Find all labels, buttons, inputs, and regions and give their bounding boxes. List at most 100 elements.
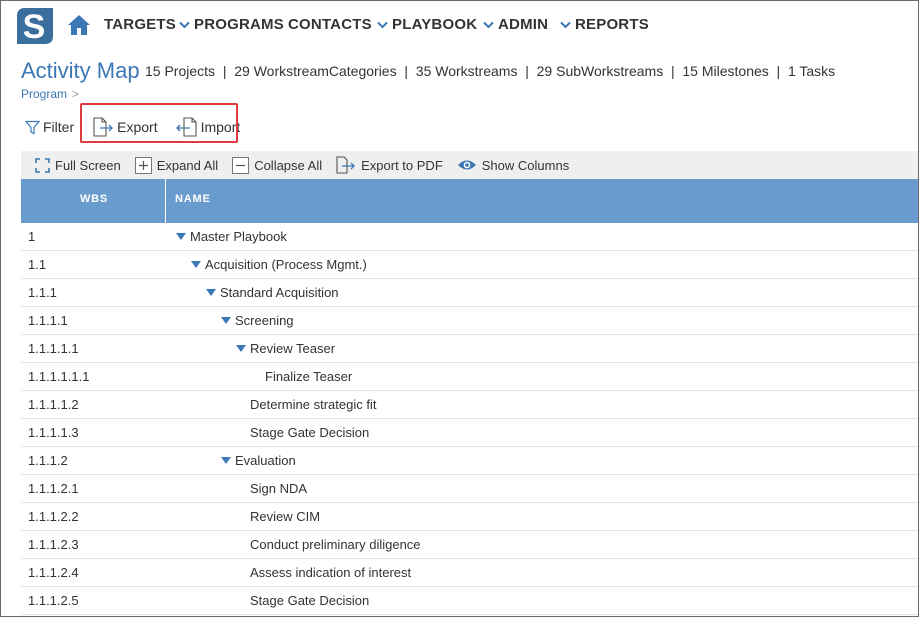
row-name-label: Assess indication of interest (250, 565, 412, 580)
caret-down-icon[interactable] (221, 457, 231, 464)
name-cell: Conduct preliminary diligence (166, 537, 421, 552)
table-row[interactable]: 1 Master Playbook (21, 223, 918, 251)
breadcrumb: Program > (21, 87, 79, 101)
nav-item-admin[interactable]: ADMIN (483, 16, 548, 33)
nav-item-label: CONTACTS (288, 16, 372, 33)
table-row[interactable]: 1.1.1 Standard Acquisition (21, 279, 918, 307)
nav-item-label: PLAYBOOK (392, 16, 478, 33)
nav-item-contacts[interactable]: CONTACTS (288, 16, 372, 33)
name-cell: Review Teaser (166, 341, 335, 356)
wbs-cell: 1.1 (28, 257, 47, 272)
collapse-all-button[interactable]: Collapse All (232, 156, 323, 174)
name-cell: Stage Gate Decision (166, 425, 369, 440)
nav-item-targets[interactable]: TARGETS (104, 16, 176, 33)
filter-button[interactable]: Filter (25, 119, 74, 135)
plus-box-icon (134, 156, 152, 174)
chevron-down-icon (560, 21, 571, 28)
table-row[interactable]: 1.1.1.2.5 Stage Gate Decision (21, 587, 918, 615)
show-columns-button[interactable]: Show Columns (457, 158, 569, 173)
name-cell: Sign NDA (166, 481, 307, 496)
name-cell: Assess indication of interest (166, 565, 411, 580)
wbs-cell: 1.1.1.2.1 (28, 481, 79, 496)
chevron-down-icon (483, 21, 494, 28)
nav-item-label: PROGRAMS (194, 16, 284, 33)
nav-item-programs[interactable]: PROGRAMS (179, 16, 284, 33)
table-row[interactable]: 1.1.1.1.3 Stage Gate Decision (21, 419, 918, 447)
expand-all-label: Expand All (156, 157, 219, 173)
nav-item-playbook[interactable]: PLAYBOOK (377, 16, 477, 33)
fullscreen-icon (35, 157, 50, 173)
caret-down-icon[interactable] (206, 289, 216, 296)
table-row[interactable]: 1.1.1.1.1.1 Finalize Teaser (21, 363, 918, 391)
name-cell: Acquisition (Process Mgmt.) (166, 257, 367, 272)
breadcrumb-program[interactable]: Program (21, 87, 67, 101)
wbs-cell: 1.1.1.1 (28, 313, 68, 328)
table-row[interactable]: 1.1.1.2 Evaluation (21, 447, 918, 475)
wbs-cell: 1.1.1.1.1 (28, 341, 79, 356)
caret-down-icon[interactable] (221, 317, 231, 324)
row-name-label: Sign NDA (250, 481, 308, 496)
row-name-label: Stage Gate Decision (250, 593, 370, 608)
full-screen-label: Full Screen (55, 157, 121, 173)
caret-down-icon[interactable] (191, 261, 201, 268)
nav-item-label: TARGETS (104, 16, 176, 33)
grid-body: 1 Master Playbook 1.1 Acquisition (Process … (21, 223, 918, 615)
row-name-label: Review CIM (250, 509, 321, 524)
expand-all-button[interactable]: Expand All (134, 156, 219, 174)
table-row[interactable]: 1.1.1.1 Screening (21, 307, 918, 335)
chevron-down-icon (179, 21, 190, 28)
table-row[interactable]: 1.1 Acquisition (Process Mgmt.) (21, 251, 918, 279)
row-name-label: Determine strategic fit (250, 397, 377, 412)
column-header-name[interactable]: NAME (166, 179, 211, 223)
chevron-down-icon (377, 21, 388, 28)
wbs-cell: 1.1.1.2.3 (28, 537, 79, 552)
row-name-label: Standard Acquisition (220, 285, 339, 300)
table-row[interactable]: 1.1.1.1.2 Determine strategic fit (21, 391, 918, 419)
row-name-label: Finalize Teaser (265, 369, 353, 384)
minus-box-icon (232, 156, 250, 174)
nav-item-label: REPORTS (575, 16, 649, 33)
highlight-box (80, 103, 238, 143)
full-screen-button[interactable]: Full Screen (35, 158, 121, 173)
name-cell: Review CIM (166, 509, 320, 524)
name-cell: Finalize Teaser (166, 369, 352, 384)
breadcrumb-separator: > (72, 87, 80, 101)
logo-icon[interactable]: S (15, 6, 55, 46)
wbs-cell: 1.1.1 (28, 285, 57, 300)
wbs-cell: 1.1.1.1.2 (28, 397, 79, 412)
summary-stats: 15 Projects | 29 WorkstreamCategories | … (145, 63, 836, 79)
filter-icon (25, 120, 40, 134)
table-row[interactable]: 1.1.1.2.4 Assess indication of interest (21, 559, 918, 587)
name-cell: Determine strategic fit (166, 397, 376, 412)
eye-icon (457, 160, 476, 170)
grid-header: WBS NAME (21, 179, 918, 223)
top-nav: S TARGETS PROGRAMS CONTACTS PLAYBOOK ADMIN RE… (1, 1, 918, 49)
table-row[interactable]: 1.1.1.1.1 Review Teaser (21, 335, 918, 363)
wbs-cell: 1.1.1.2.4 (28, 565, 79, 580)
table-row[interactable]: 1.1.1.2.1 Sign NDA (21, 475, 918, 503)
table-row[interactable]: 1.1.1.2.2 Review CIM (21, 503, 918, 531)
row-name-label: Evaluation (235, 453, 296, 468)
nav-item-reports[interactable]: REPORTS (560, 16, 649, 33)
column-header-wbs[interactable]: WBS (21, 179, 166, 223)
row-name-label: Review Teaser (250, 341, 336, 356)
wbs-cell: 1.1.1.2 (28, 453, 68, 468)
name-cell: Evaluation (166, 453, 296, 468)
wbs-cell: 1.1.1.2.5 (28, 593, 79, 608)
home-icon[interactable] (67, 14, 91, 36)
export-pdf-button[interactable]: Export to PDF (336, 156, 443, 174)
name-cell: Standard Acquisition (166, 285, 339, 300)
row-name-label: Screening (235, 313, 294, 328)
export-pdf-icon (336, 156, 356, 174)
caret-down-icon[interactable] (236, 345, 246, 352)
caret-down-icon[interactable] (176, 233, 186, 240)
name-cell: Stage Gate Decision (166, 593, 369, 608)
export-pdf-label: Export to PDF (361, 157, 443, 173)
row-name-label: Master Playbook (190, 229, 287, 244)
name-cell: Screening (166, 313, 294, 328)
wbs-cell: 1 (28, 229, 36, 244)
svg-text:S: S (23, 8, 46, 46)
table-row[interactable]: 1.1.1.2.3 Conduct preliminary diligence (21, 531, 918, 559)
grid-toolbar: Full Screen Expand All Collapse All Expo… (21, 151, 918, 179)
collapse-all-label: Collapse All (254, 157, 323, 173)
